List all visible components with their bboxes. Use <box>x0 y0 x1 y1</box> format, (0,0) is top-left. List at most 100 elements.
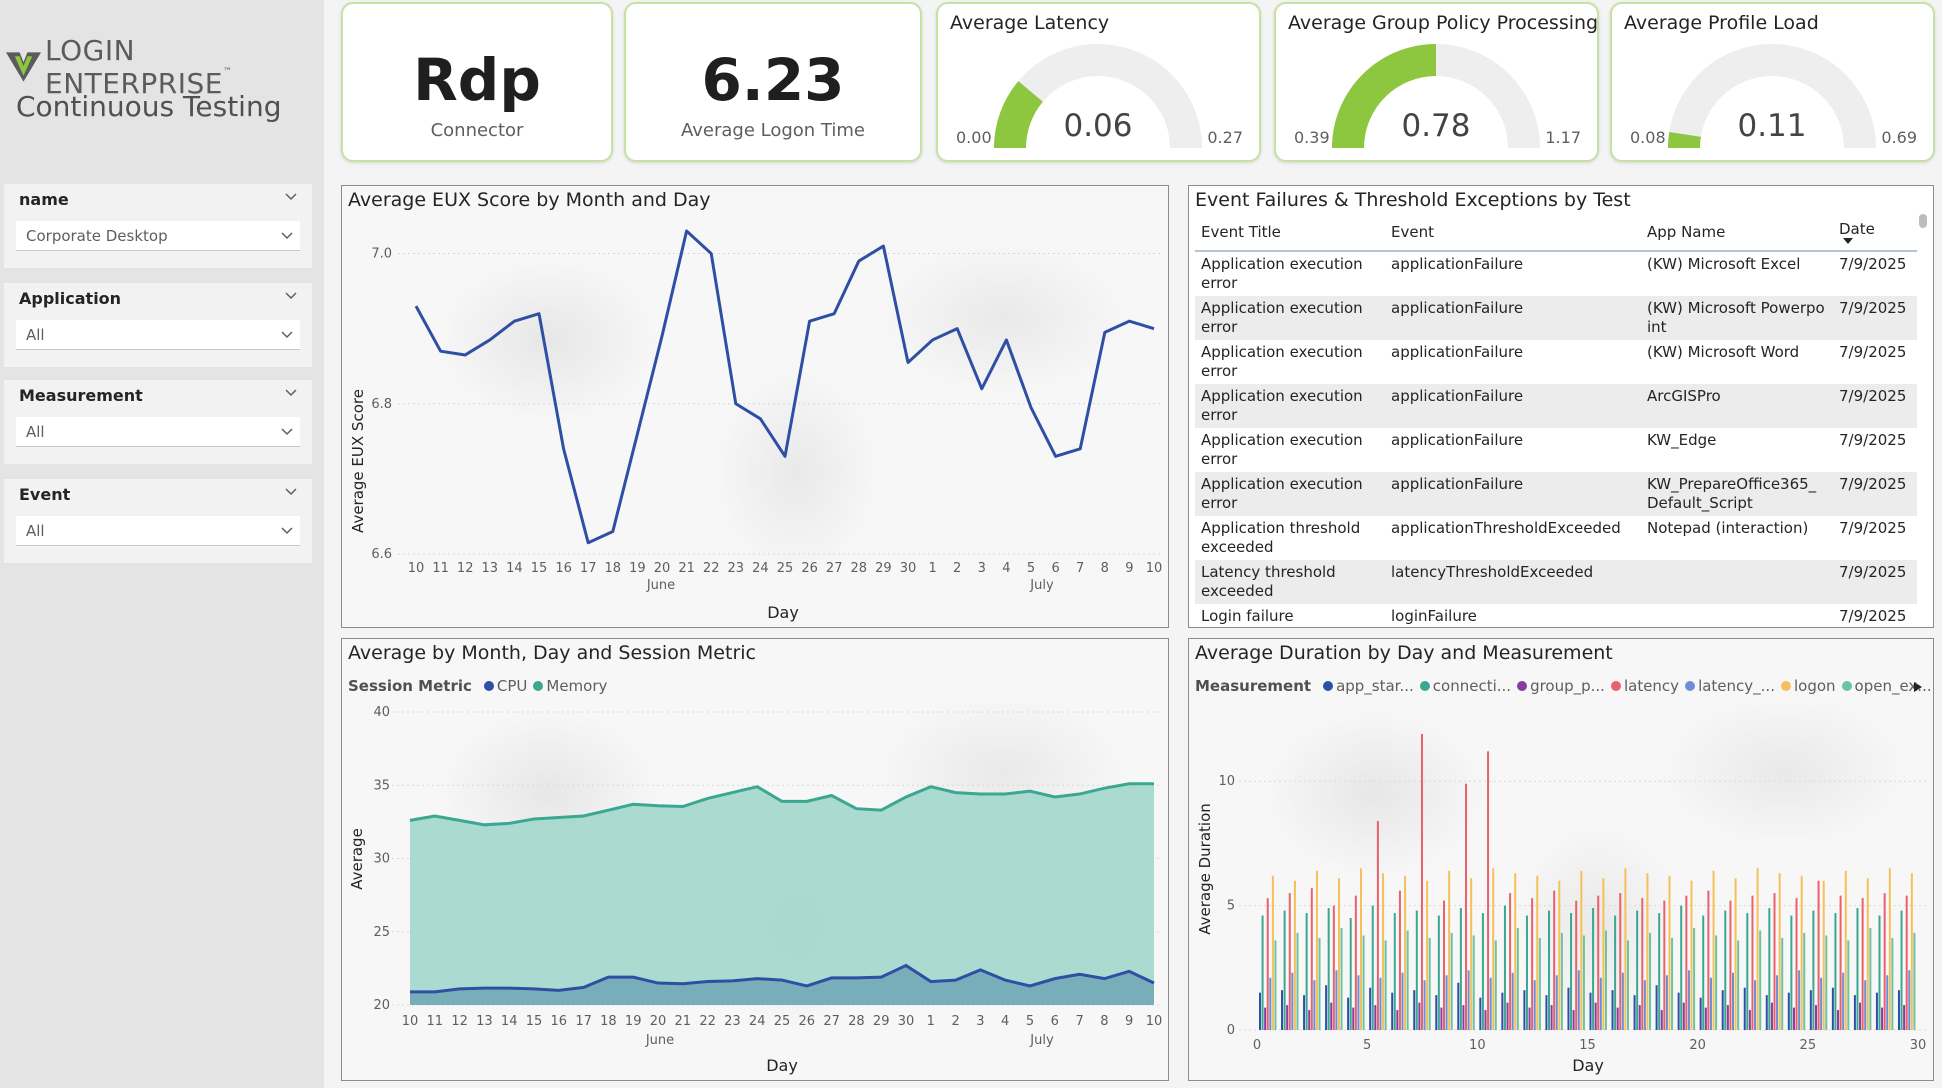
bar <box>1550 1005 1553 1030</box>
slicer-dropdown-measurement[interactable]: All <box>16 417 300 447</box>
month-label: July <box>1029 1033 1054 1048</box>
chevron-down-icon[interactable] <box>284 289 298 303</box>
table-row[interactable]: Application execution error applicationFa… <box>1195 296 1917 340</box>
sort-descending-icon <box>1843 238 1853 244</box>
data-point <box>438 349 443 354</box>
chevron-down-icon <box>281 231 293 239</box>
chevron-down-icon[interactable] <box>284 190 298 204</box>
y-axis-label: Average Duration <box>1196 803 1214 935</box>
cell-event: applicationThresholdExceeded <box>1391 519 1621 537</box>
x-tick-label: 2 <box>951 1014 959 1029</box>
bar <box>1261 915 1264 1030</box>
month-label: June <box>645 1033 674 1048</box>
cell-event-title: Application execution error <box>1201 343 1363 380</box>
x-tick-label: 15 <box>531 561 548 576</box>
bar <box>1567 987 1570 1030</box>
table-row[interactable]: Application execution error applicationFa… <box>1195 472 1917 516</box>
kpi-value: Rdp <box>413 46 541 114</box>
bar <box>1533 980 1536 1030</box>
column-header-event-title[interactable]: Event Title <box>1195 216 1385 252</box>
x-tick-label: 25 <box>774 1014 791 1029</box>
table-row[interactable]: Login failure loginFailure 7/9/2025 <box>1195 604 1917 627</box>
cell-event: loginFailure <box>1391 607 1477 625</box>
bar <box>1369 987 1372 1030</box>
cell-event-title: Application execution error <box>1201 255 1363 292</box>
slicer-dropdown-application[interactable]: All <box>16 320 300 350</box>
column-header-event[interactable]: Event <box>1385 216 1641 252</box>
bar <box>1732 972 1735 1030</box>
bar <box>1492 868 1495 1030</box>
bar <box>1636 910 1639 1030</box>
x-tick-label: 6 <box>1051 1014 1059 1029</box>
bar <box>1724 910 1727 1030</box>
slicer-label: Event <box>19 485 71 504</box>
table-row[interactable]: Latency threshold exceeded latencyThresho… <box>1195 560 1917 604</box>
bar <box>1817 880 1820 1030</box>
x-tick-label: 2 <box>953 561 961 576</box>
bar <box>1875 992 1878 1030</box>
x-tick-label: 10 <box>402 1014 419 1029</box>
data-point <box>463 352 468 357</box>
bar <box>1900 910 1903 1030</box>
gauge-min: 0.00 <box>956 128 992 147</box>
bar <box>1577 970 1580 1030</box>
bar <box>1325 985 1328 1030</box>
x-tick-label: 16 <box>551 1014 568 1029</box>
bar <box>1340 927 1343 1030</box>
bar <box>1382 873 1385 1030</box>
bar <box>1442 900 1445 1030</box>
scroll-thumb[interactable] <box>1919 214 1927 228</box>
cell-app-name <box>1641 560 1833 604</box>
bar <box>1658 913 1661 1030</box>
x-tick-label: 30 <box>1910 1038 1927 1053</box>
table-row[interactable]: Application execution error applicationFa… <box>1195 384 1917 428</box>
x-tick-label: 20 <box>650 1014 667 1029</box>
bar <box>1864 980 1867 1030</box>
bar <box>1886 975 1889 1030</box>
table-row[interactable]: Application execution error applicationFa… <box>1195 428 1917 472</box>
cell-event: latencyThresholdExceeded <box>1385 560 1641 604</box>
bar <box>1525 915 1528 1030</box>
x-tick-label: 10 <box>408 561 425 576</box>
column-header-app-name[interactable]: App Name <box>1641 216 1833 252</box>
x-tick-label: 24 <box>752 561 769 576</box>
bar <box>1384 940 1387 1030</box>
data-point <box>512 319 517 324</box>
chevron-down-icon[interactable] <box>284 386 298 400</box>
slicer-dropdown-event[interactable]: All <box>16 516 300 546</box>
bar <box>1288 893 1291 1030</box>
bar <box>1913 932 1916 1030</box>
cell-event: applicationFailure <box>1385 296 1641 340</box>
bar <box>1423 980 1426 1030</box>
data-point <box>1029 405 1034 410</box>
table-row[interactable]: Application execution error applicationFa… <box>1195 340 1917 384</box>
bar <box>1286 1005 1289 1030</box>
chevron-down-icon[interactable] <box>284 485 298 499</box>
bar <box>1781 937 1784 1030</box>
bar <box>1308 1010 1311 1030</box>
eux-chart-panel: Average EUX Score by Month and Day Avera… <box>341 185 1169 628</box>
x-tick-label: 4 <box>1001 1014 1009 1029</box>
bar <box>1754 980 1757 1030</box>
x-tick-label: 29 <box>875 561 892 576</box>
gauge-value: 0.06 <box>1063 108 1133 144</box>
bar <box>1883 893 1886 1030</box>
table-row[interactable]: Application execution error applicationFa… <box>1195 251 1917 296</box>
chevron-down-icon <box>281 427 293 435</box>
scrollbar[interactable] <box>1919 214 1927 627</box>
x-tick-label: 1 <box>927 1014 935 1029</box>
bar <box>1712 870 1715 1030</box>
gauge-value: 0.78 <box>1401 108 1471 144</box>
panel-title: Event Failures & Threshold Exceptions by… <box>1195 189 1631 211</box>
bar <box>1734 878 1737 1030</box>
bar <box>1467 970 1470 1030</box>
slicer-dropdown-name[interactable]: Corporate Desktop <box>16 221 300 251</box>
cell-event-title: Application execution error <box>1195 384 1385 428</box>
bar <box>1472 935 1475 1030</box>
cell-event: applicationFailure <box>1385 384 1641 428</box>
cell-app-name: (KW) Microsoft Word <box>1647 343 1800 361</box>
slicer-event: Event All <box>4 479 312 563</box>
table-row[interactable]: Application threshold exceeded applicatio… <box>1195 516 1917 560</box>
x-tick-label: 25 <box>1800 1038 1817 1053</box>
column-header-date[interactable]: Date <box>1833 216 1917 252</box>
